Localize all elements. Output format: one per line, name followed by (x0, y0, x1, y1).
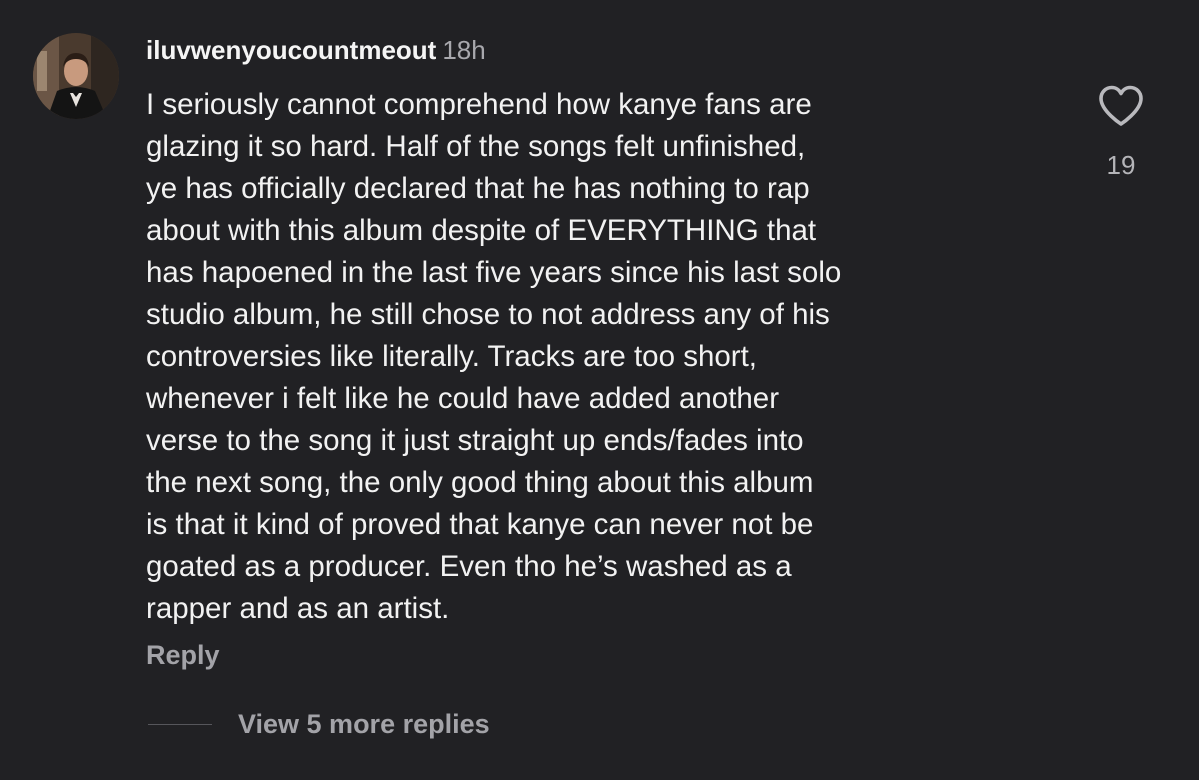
comment-line: rapper and as an artist. (146, 592, 450, 625)
comment-line: I seriously cannot comprehend how kanye … (146, 88, 812, 121)
view-replies-button[interactable]: View 5 more replies (148, 704, 490, 744)
comment-line: the next song, the only good thing about… (146, 466, 814, 499)
comment-line: about with this album despite of EVERYTH… (146, 214, 817, 247)
thread-divider (148, 723, 212, 725)
comment-line: studio album, he still chose to not addr… (146, 298, 830, 331)
comment-header: iluvwenyoucountmeout 18h (146, 32, 486, 68)
comment-line: has hapoened in the last five years sinc… (146, 256, 842, 289)
username[interactable]: iluvwenyoucountmeout (146, 35, 436, 65)
view-replies-label: View 5 more replies (238, 708, 490, 739)
avatar-image (33, 33, 119, 119)
comment-line: controversies like literally. Tracks are… (146, 340, 757, 373)
comment-line: whenever i felt like he could have added… (146, 382, 780, 415)
comment-line: goated as a producer. Even tho he’s wash… (146, 550, 792, 583)
comment-card: iluvwenyoucountmeout 18h I seriously cann… (0, 0, 1199, 780)
comment-text: I seriously cannot comprehend how kanye … (146, 84, 1046, 630)
comment-line: is that it kind of proved that kanye can… (146, 508, 814, 541)
reply-button[interactable]: Reply (146, 640, 220, 671)
comment-line: glazing it so hard. Half of the songs fe… (146, 130, 806, 163)
comment-line: ye has officially declared that he has n… (146, 172, 810, 205)
like-control: 19 (1096, 84, 1146, 181)
like-count: 19 (1106, 150, 1136, 180)
timestamp: 18h (442, 35, 486, 65)
comment-line: verse to the song it just straight up en… (146, 424, 804, 457)
avatar[interactable] (33, 33, 119, 119)
heart-outline-icon[interactable] (1097, 84, 1145, 128)
